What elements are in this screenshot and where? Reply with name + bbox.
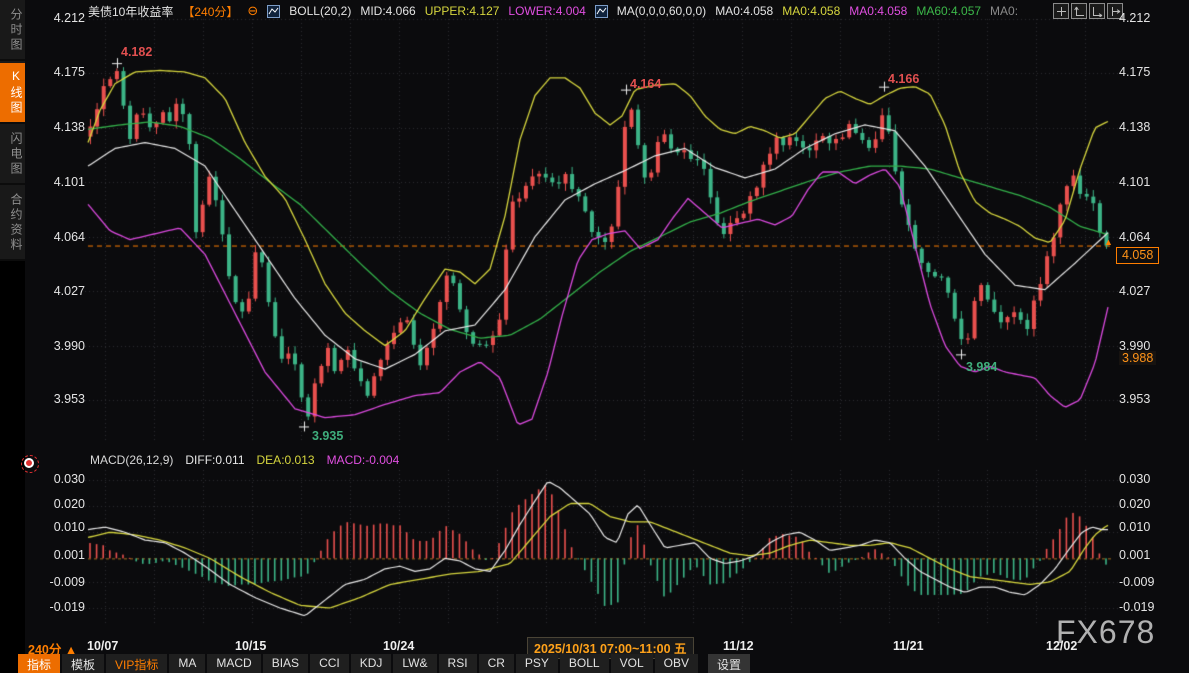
macd-axis-label-right: -0.009 <box>1119 575 1154 589</box>
ma0-magenta-value: MA0:4.058 <box>849 4 907 18</box>
y-axis-label-right: 4.138 <box>1119 120 1150 134</box>
macd-axis-label-right: -0.019 <box>1119 600 1154 614</box>
y-axis-label-right: 4.064 <box>1119 230 1150 244</box>
annotation-high: 4.166 <box>888 72 919 86</box>
sidebar-item-time-chart[interactable]: 分时图 <box>0 2 25 61</box>
sidebar: 分时图 K线图 闪电图 合约资料 <box>0 0 25 673</box>
toolbar-item-lw[interactable]: LW& <box>393 654 436 673</box>
zoom-y-axis-icon[interactable] <box>1071 3 1087 19</box>
x-axis-date: 10/15 <box>235 639 266 653</box>
toolbar-item-indicator[interactable]: 指标 <box>18 654 60 673</box>
boll-mid-value: MID:4.066 <box>360 4 415 18</box>
macd-axis-label: 0.010 <box>25 520 85 534</box>
chart-mode-menu: 分时图 K线图 闪电图 合约资料 <box>0 0 25 261</box>
sidebar-item-contract-info[interactable]: 合约资料 <box>0 187 25 261</box>
ma-label: MA(0,0,0,60,0,0) <box>617 4 706 18</box>
annotation-low: 3.984 <box>966 360 997 374</box>
zoom-x-axis-icon[interactable] <box>1089 3 1105 19</box>
macd-label: MACD(26,12,9) <box>90 453 173 467</box>
chart-header: 美债10年收益率 【240分】 ⊖ BOLL(20,2) MID:4.066 U… <box>88 2 1018 20</box>
macd-header: MACD(26,12,9) DIFF:0.011 DEA:0.013 MACD:… <box>90 453 399 467</box>
y-axis-label: 4.064 <box>25 230 85 244</box>
y-axis-label-right: 4.101 <box>1119 175 1150 189</box>
y-axis-label: 3.990 <box>25 339 85 353</box>
annotation-high: 4.182 <box>121 45 152 59</box>
y-axis-label-right: 4.175 <box>1119 65 1150 79</box>
toolbar-item-kdj[interactable]: KDJ <box>351 654 392 673</box>
toolbar-item-settings[interactable]: 设置 <box>708 654 750 673</box>
ma0-white-value: MA0:4.058 <box>715 4 773 18</box>
macd-axis-label-right: 0.030 <box>1119 472 1150 486</box>
y-axis-label: 4.138 <box>25 120 85 134</box>
annotation-high: 4.164 <box>630 77 661 91</box>
indicator-toolbar: 指标 模板 VIP指标 MA MACD BIAS CCI KDJ LW& RSI… <box>18 654 1189 673</box>
macd-axis-label: -0.019 <box>25 600 85 614</box>
sidebar-item-lightning-chart[interactable]: 闪电图 <box>0 126 25 185</box>
ma0-gray-value: MA0: <box>990 4 1018 18</box>
y-axis-label-right: 4.027 <box>1119 284 1150 298</box>
macd-axis-label: 0.020 <box>25 497 85 511</box>
macd-axis-label: 0.001 <box>25 548 85 562</box>
macd-axis-label: -0.009 <box>25 575 85 589</box>
y-axis-label-right: 3.953 <box>1119 392 1150 406</box>
toolbar-item-boll[interactable]: BOLL <box>560 654 609 673</box>
toolbar-item-cr[interactable]: CR <box>479 654 514 673</box>
y-axis-label: 4.175 <box>25 65 85 79</box>
x-axis-date: 10/07 <box>87 639 118 653</box>
toolbar-item-ma[interactable]: MA <box>169 654 205 673</box>
toolbar-item-vip[interactable]: VIP指标 <box>106 654 167 673</box>
macd-diff-value: DIFF:0.011 <box>185 453 244 467</box>
prev-close-label: 3.988 <box>1119 351 1156 365</box>
last-price-badge: 4.058 <box>1116 247 1159 264</box>
toolbar-item-cci[interactable]: CCI <box>310 654 349 673</box>
last-price-arrow-icon: ▲ <box>1104 237 1113 247</box>
macd-dea-value: DEA:0.013 <box>257 453 315 467</box>
boll-lower-value: LOWER:4.004 <box>508 4 585 18</box>
y-axis-label: 4.027 <box>25 284 85 298</box>
instrument-title: 美债10年收益率 <box>88 3 173 20</box>
boll-upper-value: UPPER:4.127 <box>425 4 500 18</box>
sidebar-item-kline-chart[interactable]: K线图 <box>0 63 25 124</box>
macd-axis-label-right: 0.020 <box>1119 497 1150 511</box>
y-axis-label-right: 4.212 <box>1119 11 1150 25</box>
chart-controls <box>1053 3 1123 19</box>
toolbar-item-vol[interactable]: VOL <box>611 654 653 673</box>
live-indicator-icon <box>24 458 34 468</box>
price-chart-canvas[interactable] <box>0 0 1189 673</box>
macd-axis-label-right: 0.010 <box>1119 520 1150 534</box>
crosshair-move-icon[interactable] <box>1053 3 1069 19</box>
collapse-icon[interactable]: ⊖ <box>247 3 258 19</box>
x-axis-date: 11/21 <box>893 639 924 653</box>
mini-chart-icon[interactable] <box>595 5 608 18</box>
app-window: 分时图 K线图 闪电图 合约资料 美债10年收益率 【240分】 ⊖ BOLL(… <box>0 0 1189 673</box>
mini-chart-icon[interactable] <box>267 5 280 18</box>
toolbar-item-template[interactable]: 模板 <box>62 654 104 673</box>
x-axis-date: 11/12 <box>723 639 754 653</box>
y-axis-label: 4.212 <box>25 11 85 25</box>
y-axis-label: 4.101 <box>25 175 85 189</box>
macd-axis-label: 0.030 <box>25 472 85 486</box>
period-label: 【240分】 <box>182 3 238 20</box>
y-axis-label: 3.953 <box>25 392 85 406</box>
toolbar-item-macd[interactable]: MACD <box>207 654 260 673</box>
x-axis-date: 12/02 <box>1046 639 1077 653</box>
x-axis-date: 10/24 <box>383 639 414 653</box>
toolbar-item-bias[interactable]: BIAS <box>263 654 308 673</box>
ma0-yellow-value: MA0:4.058 <box>782 4 840 18</box>
toolbar-item-rsi[interactable]: RSI <box>439 654 477 673</box>
ma60-value: MA60:4.057 <box>916 4 981 18</box>
toolbar-item-obv[interactable]: OBV <box>655 654 698 673</box>
boll-label: BOLL(20,2) <box>289 4 351 18</box>
toolbar-item-psy[interactable]: PSY <box>516 654 558 673</box>
macd-value: MACD:-0.004 <box>327 453 400 467</box>
annotation-low: 3.935 <box>312 429 343 443</box>
macd-axis-label-right: 0.001 <box>1119 548 1150 562</box>
